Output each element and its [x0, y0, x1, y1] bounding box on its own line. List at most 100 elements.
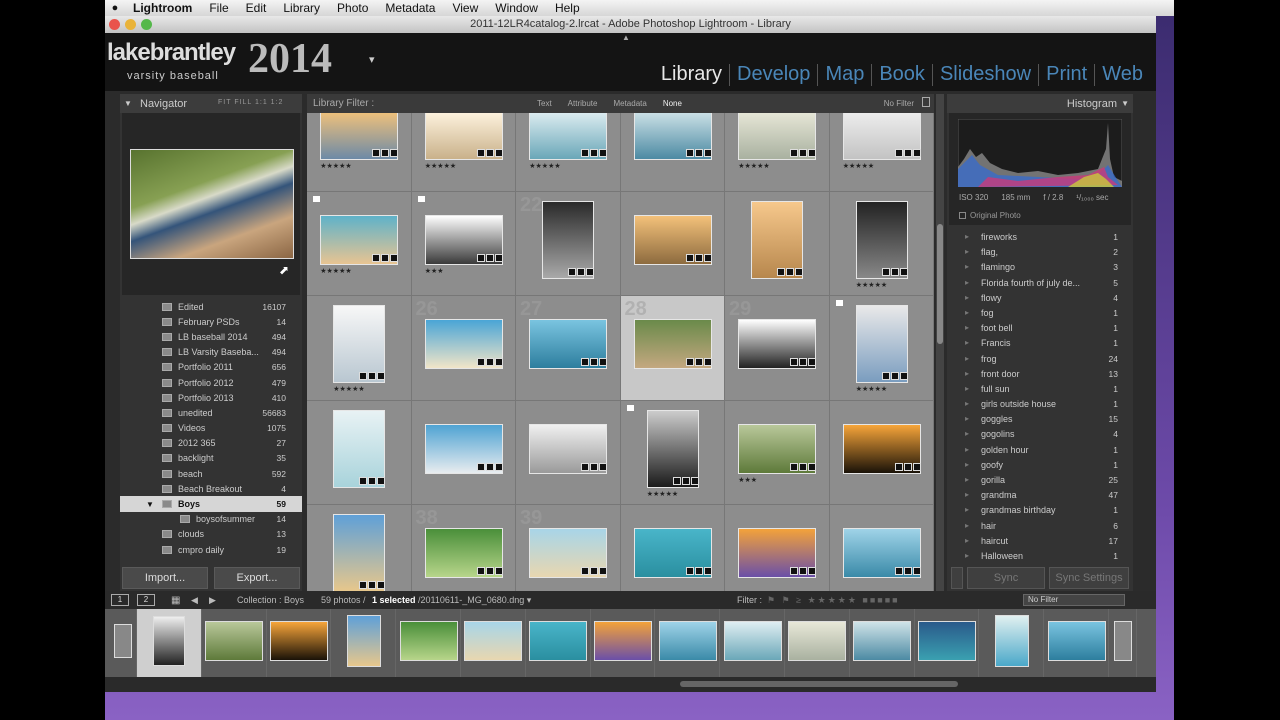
keyword-item[interactable]: ▸ goggles 15	[947, 412, 1129, 427]
collection-item[interactable]: February PSDs 14	[120, 314, 302, 329]
grid-cell[interactable]: ★★★★★	[829, 296, 934, 401]
star-rating-icon[interactable]: ★★★★★	[333, 385, 364, 393]
filmstrip-thumbnail[interactable]	[114, 624, 132, 658]
collection-item[interactable]: boysofsummer 14	[120, 512, 302, 527]
filmstrip-cell[interactable]	[1044, 609, 1109, 677]
filmstrip-scrollbar[interactable]	[105, 677, 1156, 692]
thumbnail-badge-icons[interactable]	[476, 149, 503, 158]
grid-cell[interactable]: ★★★★★	[620, 400, 725, 505]
module-develop[interactable]: Develop	[730, 63, 817, 86]
star-rating-icon[interactable]: ★★★★★	[320, 267, 351, 275]
filmstrip-thumbnail[interactable]	[269, 621, 328, 661]
thumbnail-badge-icons[interactable]	[359, 581, 386, 590]
filmstrip-cell[interactable]	[850, 609, 915, 677]
thumbnail-badge-icons[interactable]	[372, 149, 399, 158]
navigator-zoom-options[interactable]: FIT FILL 1:1 1:2	[218, 99, 283, 106]
filmstrip-cell[interactable]	[461, 609, 526, 677]
filmstrip-cell[interactable]	[655, 609, 721, 677]
thumbnail-badge-icons[interactable]	[672, 476, 699, 485]
star-rating-icon[interactable]: ★★★	[738, 476, 757, 484]
filmstrip-cell[interactable]	[526, 609, 591, 677]
filmstrip-thumbnail[interactable]	[205, 621, 264, 661]
collection-item[interactable]: LB Varsity Baseba... 494	[120, 345, 302, 360]
thumbnail-badge-icons[interactable]	[790, 149, 817, 158]
filmstrip-thumbnail[interactable]	[723, 621, 782, 661]
module-book[interactable]: Book	[872, 63, 932, 86]
module-print[interactable]: Print	[1039, 63, 1094, 86]
thumbnail-badge-icons[interactable]	[476, 253, 503, 262]
collection-item[interactable]: Beach Breakout 4	[120, 481, 302, 496]
keyword-item[interactable]: ▸ fireworks 1	[947, 230, 1129, 245]
module-library[interactable]: Library	[654, 63, 729, 86]
keyword-item[interactable]: ▸ front door 13	[947, 367, 1129, 382]
thumbnail-badge-icons[interactable]	[476, 358, 503, 367]
module-slideshow[interactable]: Slideshow	[933, 63, 1038, 86]
filmstrip-cell[interactable]	[267, 609, 332, 677]
star-rating-icon[interactable]: ★★★	[425, 267, 444, 275]
menu-help[interactable]: Help	[547, 1, 589, 15]
grid-cell[interactable]: 28	[620, 296, 725, 401]
grid-cell[interactable]	[830, 505, 934, 591]
grid-view-icon[interactable]: ▦	[171, 595, 180, 606]
photo-thumbnail[interactable]	[333, 514, 386, 591]
filmstrip-cell[interactable]	[785, 609, 850, 677]
thumbnail-badge-icons[interactable]	[359, 476, 386, 485]
grid-cell[interactable]: ★★★★★	[829, 191, 934, 296]
keyword-item[interactable]: ▸ gorilla 25	[947, 473, 1129, 488]
menu-app[interactable]: Lightroom	[125, 1, 201, 15]
grid-cell[interactable]: ★★★★★	[411, 113, 516, 192]
filter-flags-and-stars-icon[interactable]: ⚑ ⚑ ≥ ★★★★★ ■■■■■	[767, 595, 900, 606]
thumbnail-badge-icons[interactable]	[476, 462, 503, 471]
import-button[interactable]: Import...	[122, 567, 208, 589]
collection-item[interactable]: beach 592	[120, 466, 302, 481]
thumbnail-badge-icons[interactable]	[581, 462, 608, 471]
keyword-item[interactable]: ▸ goofy 1	[947, 458, 1129, 473]
menu-window[interactable]: Window	[487, 1, 547, 15]
menu-view[interactable]: View	[444, 1, 487, 15]
collection-item[interactable]: Portfolio 2013 410	[120, 390, 302, 405]
filter-attribute[interactable]: Attribute	[568, 99, 598, 108]
keyword-item[interactable]: ▸ gogolins 4	[947, 427, 1129, 442]
grid-cell[interactable]: ★★★	[725, 400, 830, 505]
filmstrip-cell[interactable]	[979, 609, 1045, 677]
pick-flag-icon[interactable]	[835, 300, 843, 306]
collection-item[interactable]: 2012 365 27	[120, 436, 302, 451]
collection-item[interactable]: ▼ Boys 59	[120, 496, 302, 512]
filmstrip-thumbnail[interactable]	[994, 615, 1029, 667]
grid-cell[interactable]: 26	[411, 296, 516, 401]
filmstrip-cell[interactable]	[591, 609, 656, 677]
thumbnail-badge-icons[interactable]	[894, 567, 921, 576]
sync-toggle[interactable]	[951, 567, 963, 589]
export-button[interactable]: Export...	[214, 567, 300, 589]
thumbnail-badge-icons[interactable]	[581, 149, 608, 158]
keyword-item[interactable]: ▸ hair 6	[947, 519, 1129, 534]
star-rating-icon[interactable]: ★★★★★	[425, 162, 456, 170]
grid-scrollbar[interactable]	[936, 94, 944, 591]
grid-cell[interactable]	[620, 191, 725, 296]
navigator-preview-image[interactable]	[130, 149, 294, 259]
navigator-header[interactable]: ▼ Navigator FIT FILL 1:1 1:2	[120, 94, 302, 113]
filmstrip-thumbnail[interactable]	[917, 621, 976, 661]
thumbnail-badge-icons[interactable]	[685, 253, 712, 262]
primary-display-button[interactable]: 1	[111, 594, 129, 606]
filmstrip-thumbnail[interactable]	[153, 616, 186, 666]
grid-cell[interactable]: ★★★★★	[516, 113, 621, 192]
menu-metadata[interactable]: Metadata	[377, 1, 444, 15]
filmstrip-filter-select[interactable]: No Filter	[1023, 594, 1125, 606]
grid-cell[interactable]: 27	[516, 296, 621, 401]
grid-cell[interactable]	[516, 400, 621, 505]
grid-cell[interactable]: ★★★★★	[829, 113, 934, 192]
grid-cell[interactable]: ★★★★★	[307, 191, 412, 296]
keyword-item[interactable]: ▸ fog 1	[947, 306, 1129, 321]
thumbnail-badge-icons[interactable]	[881, 267, 908, 276]
star-rating-icon[interactable]: ★★★★★	[843, 162, 874, 170]
module-web[interactable]: Web	[1095, 63, 1150, 86]
filmstrip-thumbnail[interactable]	[399, 621, 458, 661]
star-rating-icon[interactable]: ★★★★★	[856, 385, 887, 393]
menu-edit[interactable]: Edit	[238, 1, 276, 15]
grid-cell[interactable]: ★★★★★	[725, 113, 830, 192]
secondary-display-button[interactable]: 2	[137, 594, 155, 606]
keyword-item[interactable]: ▸ flowy 4	[947, 291, 1129, 306]
forward-arrow-icon[interactable]: ▶	[209, 595, 216, 606]
grid-cell[interactable]: 22	[516, 191, 621, 296]
